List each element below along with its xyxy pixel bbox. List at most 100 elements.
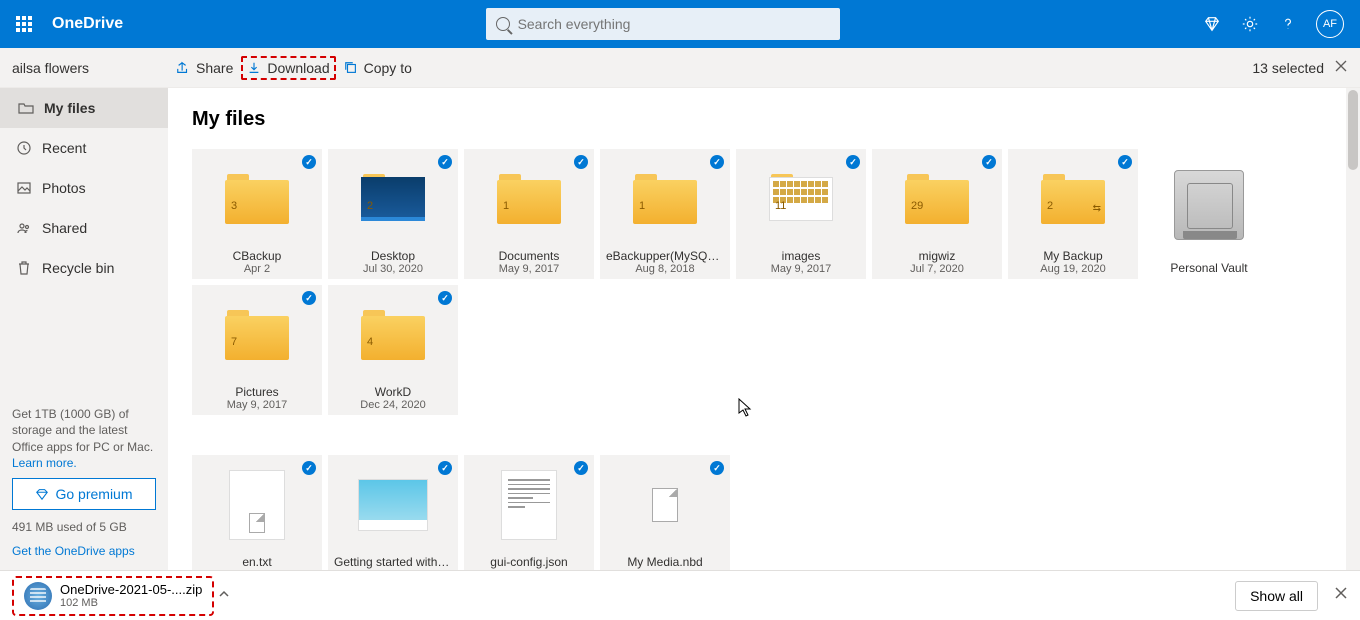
tile-label: Getting started with O...May 9, 2017 xyxy=(328,555,458,570)
tile-date: May 9, 2017 xyxy=(736,263,866,275)
sidebar-item-label: Recent xyxy=(42,140,86,156)
folder-tile[interactable]: 1DocumentsMay 9, 2017 xyxy=(464,149,594,279)
tile-preview: 3 xyxy=(192,149,322,249)
file-tile[interactable]: en.txtJul 6, 2020 xyxy=(192,455,322,570)
tile-name: migwiz xyxy=(872,249,1002,263)
settings-gear-icon[interactable] xyxy=(1240,14,1260,34)
tile-date: May 9, 2017 xyxy=(464,263,594,275)
folder-tile[interactable]: 1 eBackupper(MySQL Ba...Aug 8, 2018 xyxy=(600,149,730,279)
tile-label: eBackupper(MySQL Ba...Aug 8, 2018 xyxy=(600,249,730,279)
tile-name: images xyxy=(736,249,866,263)
tile-name: Documents xyxy=(464,249,594,263)
learn-more-link[interactable]: Learn more. xyxy=(12,456,156,470)
sidebar-item-recycle[interactable]: Recycle bin xyxy=(0,248,168,288)
tile-label: WorkDDec 24, 2020 xyxy=(328,385,458,415)
shared-icon: ⇆ xyxy=(1093,203,1101,214)
cmdbar-right: 13 selected xyxy=(1252,59,1348,76)
scrollbar-vertical[interactable] xyxy=(1346,88,1360,570)
search-icon xyxy=(496,17,510,31)
folder-tile[interactable]: 3CBackupApr 2 xyxy=(192,149,322,279)
download-text: OneDrive-2021-05-....zip 102 MB xyxy=(60,582,202,609)
folder-icon: 11 xyxy=(769,174,833,224)
main-content: My files 3CBackupApr 22DesktopJul 30, 20… xyxy=(168,88,1360,570)
storage-text: 491 MB used of 5 GB xyxy=(12,520,156,534)
sidebar-item-label: Photos xyxy=(42,180,86,196)
tile-name: My Backup xyxy=(1008,249,1138,263)
premium-diamond-icon[interactable] xyxy=(1202,14,1222,34)
tile-label: My Media.nbdNov 4, 2020 xyxy=(600,555,730,570)
folder-tile[interactable]: 29 migwizJul 7, 2020 xyxy=(872,149,1002,279)
sidebar-item-photos[interactable]: Photos xyxy=(0,168,168,208)
download-chevron-icon[interactable] xyxy=(218,587,230,605)
zip-file-icon xyxy=(24,582,52,610)
tile-preview: 11 xyxy=(736,149,866,249)
help-icon[interactable] xyxy=(1278,14,1298,34)
sidebar-item-myfiles[interactable]: My files xyxy=(0,88,168,128)
search-wrap xyxy=(123,8,1202,40)
tile-name: Personal Vault xyxy=(1144,261,1274,275)
folder-count: 1 xyxy=(639,200,645,212)
file-tile[interactable]: My Media.nbdNov 4, 2020 xyxy=(600,455,730,570)
tile-preview xyxy=(464,455,594,555)
tile-preview: 2⇆ xyxy=(1008,149,1138,249)
tile-preview: 1 xyxy=(600,149,730,249)
command-bar: ailsa flowers Share Download Copy to 13 … xyxy=(0,48,1360,88)
folder-tile[interactable]: Personal Vault xyxy=(1144,149,1274,279)
promo-text: Get 1TB (1000 GB) of storage and the lat… xyxy=(12,406,156,456)
tile-preview: 29 xyxy=(872,149,1002,249)
tile-preview: 2 xyxy=(328,149,458,249)
download-bar: OneDrive-2021-05-....zip 102 MB Show all xyxy=(0,570,1360,620)
copyto-button[interactable]: Copy to xyxy=(336,56,420,80)
tile-preview: 4 xyxy=(328,285,458,385)
vault-icon xyxy=(1174,170,1244,240)
tile-preview xyxy=(328,455,458,555)
diamond-icon xyxy=(35,487,49,501)
file-tile[interactable]: gui-config.jsonJun 30, 2020 xyxy=(464,455,594,570)
folder-count: 4 xyxy=(367,336,373,348)
waffle-grid-icon xyxy=(16,16,32,32)
top-bar: OneDrive AF xyxy=(0,0,1360,48)
trash-icon xyxy=(16,260,32,276)
file-tile[interactable]: Getting started with O...May 9, 2017 xyxy=(328,455,458,570)
folder-icon: 1 xyxy=(633,174,697,224)
sidebar-item-shared[interactable]: Shared xyxy=(0,208,168,248)
spacer xyxy=(192,421,1336,449)
folder-icon: 29 xyxy=(905,174,969,224)
tile-preview xyxy=(192,455,322,555)
app-launcher-icon[interactable] xyxy=(8,8,40,40)
tile-name: en.txt xyxy=(192,555,322,569)
share-button[interactable]: Share xyxy=(168,56,241,80)
folder-tile[interactable]: 11 imagesMay 9, 2017 xyxy=(736,149,866,279)
close-download-bar-icon[interactable] xyxy=(1334,586,1348,605)
tile-name: Getting started with O... xyxy=(328,555,458,569)
tile-date: Dec 24, 2020 xyxy=(328,399,458,411)
download-bar-right: Show all xyxy=(1235,581,1348,611)
go-premium-button[interactable]: Go premium xyxy=(12,478,156,510)
clear-selection-icon[interactable] xyxy=(1334,59,1348,76)
search-input[interactable] xyxy=(518,16,830,32)
folder-tile[interactable]: 7PicturesMay 9, 2017 xyxy=(192,285,322,415)
folder-tile[interactable]: 2DesktopJul 30, 2020 xyxy=(328,149,458,279)
sidebar-item-recent[interactable]: Recent xyxy=(0,128,168,168)
folder-tile[interactable]: 4 WorkDDec 24, 2020 xyxy=(328,285,458,415)
user-avatar[interactable]: AF xyxy=(1316,10,1344,38)
tile-name: CBackup xyxy=(192,249,322,263)
download-item[interactable]: OneDrive-2021-05-....zip 102 MB xyxy=(12,576,214,616)
folder-tile[interactable]: 2⇆My BackupAug 19, 2020 xyxy=(1008,149,1138,279)
folder-count: 7 xyxy=(231,336,237,348)
get-apps-link[interactable]: Get the OneDrive apps xyxy=(12,544,156,558)
clock-icon xyxy=(16,140,32,156)
tile-preview xyxy=(1144,149,1274,261)
scrollbar-thumb[interactable] xyxy=(1348,90,1358,170)
search-box[interactable] xyxy=(486,8,840,40)
folder-count: 2 xyxy=(367,200,373,212)
show-all-button[interactable]: Show all xyxy=(1235,581,1318,611)
download-button[interactable]: Download xyxy=(241,56,335,80)
body-wrap: My files Recent Photos Shared Recycle bi… xyxy=(0,88,1360,570)
tile-label: migwizJul 7, 2020 xyxy=(872,249,1002,279)
tile-preview: 7 xyxy=(192,285,322,385)
tile-name: My Media.nbd xyxy=(600,555,730,569)
folder-icon xyxy=(18,100,34,116)
tile-label: My BackupAug 19, 2020 xyxy=(1008,249,1138,279)
tile-date: Apr 2 xyxy=(192,263,322,275)
